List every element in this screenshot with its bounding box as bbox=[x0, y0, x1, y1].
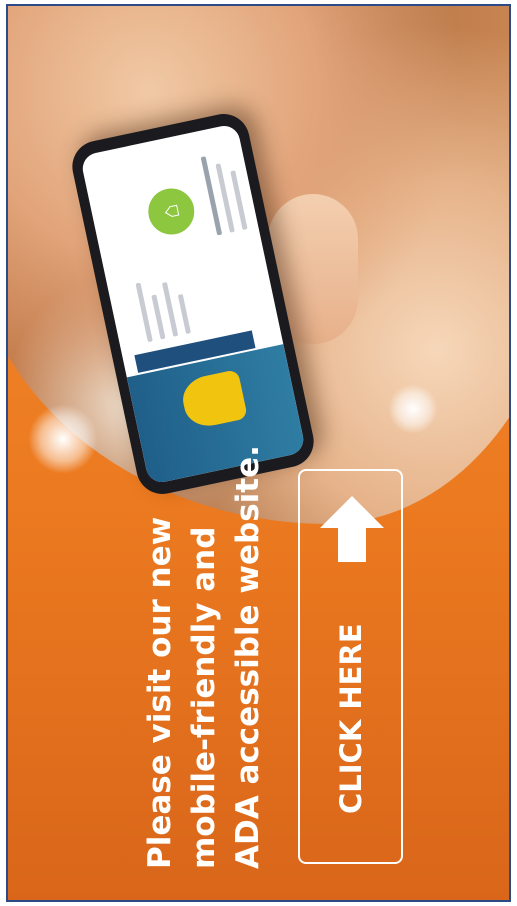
bokeh-light bbox=[28, 404, 98, 474]
phone-screen-line bbox=[161, 281, 179, 337]
click-here-button[interactable]: CLICK HERE bbox=[298, 469, 403, 864]
phone-screen-person bbox=[178, 369, 248, 431]
phone-screen-line bbox=[135, 282, 153, 343]
ad-message-line: mobile-friendly and bbox=[186, 526, 222, 869]
click-here-label: CLICK HERE bbox=[333, 623, 368, 814]
ad-message: Please visit our new mobile-friendly and… bbox=[138, 445, 270, 869]
ad-message-line: ADA accessible website. bbox=[230, 445, 266, 869]
arrow-right-icon bbox=[320, 496, 384, 562]
phone-screen-logo-icon: ⌂ bbox=[144, 184, 199, 239]
phone-screen-form bbox=[126, 253, 248, 344]
ad-canvas: ⌂ Please visit our new mobile-friendly a… bbox=[8, 6, 509, 900]
ad-message-line: Please visit our new bbox=[142, 516, 178, 869]
phone-screen-line bbox=[151, 294, 166, 340]
ad-frame: ⌂ Please visit our new mobile-friendly a… bbox=[6, 4, 511, 902]
phone-screen-text bbox=[191, 139, 256, 237]
phone-screen-line bbox=[177, 293, 191, 335]
bokeh-light bbox=[388, 384, 438, 434]
